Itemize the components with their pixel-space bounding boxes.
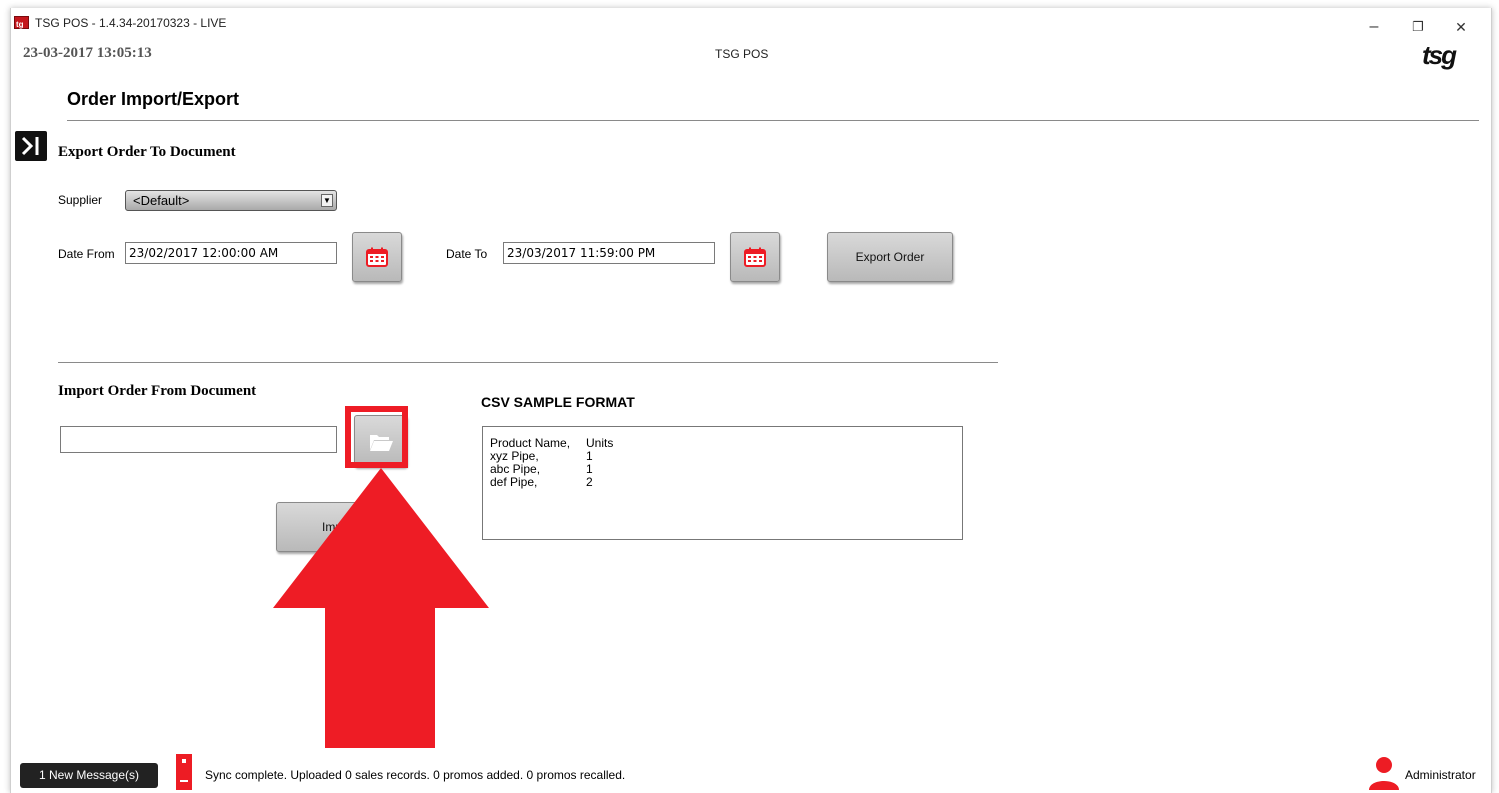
supplier-selected-value: <Default> xyxy=(133,193,190,208)
csv-sample-heading: CSV SAMPLE FORMAT xyxy=(481,394,635,410)
app-icon: tg xyxy=(14,16,29,29)
close-button[interactable]: ✕ xyxy=(1451,18,1471,36)
csv-row: xyz Pipe, 1 xyxy=(490,449,593,463)
page-title: Order Import/Export xyxy=(67,89,240,109)
user-icon xyxy=(1369,757,1399,790)
sync-status-text: Sync complete. Uploaded 0 sales records.… xyxy=(205,768,626,782)
csv-row: def Pipe, 2 xyxy=(490,475,593,489)
date-from-label: Date From xyxy=(58,247,115,261)
calendar-icon xyxy=(744,247,766,267)
date-to-label: Date To xyxy=(446,247,488,261)
server-icon xyxy=(176,754,192,790)
csv-sample-box: Product Name, Units xyz Pipe, 1 abc Pipe, 1… xyxy=(482,426,963,540)
title-divider xyxy=(67,120,1479,121)
export-heading: Export Order To Document xyxy=(58,144,236,160)
date-to-calendar-button[interactable] xyxy=(730,232,780,282)
section-divider xyxy=(58,362,998,363)
header-title: TSG POS xyxy=(715,47,769,61)
export-order-label: Export Order xyxy=(855,250,925,264)
sidebar-expand-icon[interactable] xyxy=(15,131,47,161)
restore-button[interactable]: ❐ xyxy=(1408,18,1428,36)
annotation-arrow xyxy=(273,468,489,748)
export-order-button[interactable]: Export Order xyxy=(827,232,953,282)
highlight-box xyxy=(345,406,408,468)
window-title: TSG POS - 1.4.34-20170323 - LIVE xyxy=(35,16,227,30)
minimize-button[interactable]: – xyxy=(1364,18,1384,36)
date-to-field[interactable]: 23/03/2017 11:59:00 PM xyxy=(503,242,715,264)
supplier-label: Supplier xyxy=(58,193,103,207)
date-from-calendar-button[interactable] xyxy=(352,232,402,282)
import-file-field[interactable] xyxy=(60,426,337,453)
calendar-icon xyxy=(366,247,388,267)
user-name: Administrator xyxy=(1405,768,1476,782)
header-datetime: 23-03-2017 13:05:13 xyxy=(23,45,152,61)
csv-row: Product Name, Units xyxy=(490,436,614,450)
new-messages-button[interactable]: 1 New Message(s) xyxy=(20,763,158,788)
csv-row: abc Pipe, 1 xyxy=(490,462,593,476)
date-from-field[interactable]: 23/02/2017 12:00:00 AM xyxy=(125,242,337,264)
tsg-logo: tsg xyxy=(1422,40,1457,70)
import-heading: Import Order From Document xyxy=(58,383,257,399)
chevron-down-icon: ▼ xyxy=(321,194,333,207)
svg-text:tg: tg xyxy=(16,20,24,29)
supplier-select[interactable]: <Default> ▼ xyxy=(125,190,337,211)
app-window: tg TSG POS - 1.4.34-20170323 - LIVE – ❐ … xyxy=(10,8,1492,793)
